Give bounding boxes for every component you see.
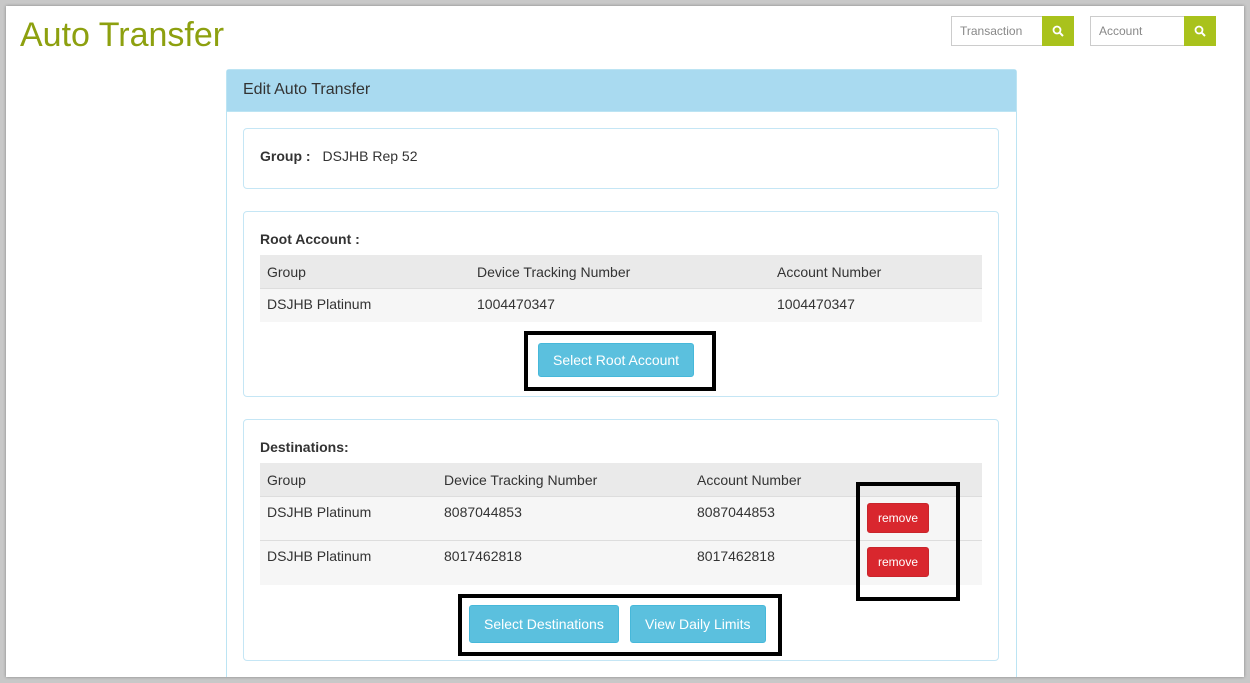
transaction-search: [951, 16, 1074, 46]
destinations-label: Destinations:: [260, 439, 349, 455]
group-label: Group :: [260, 148, 311, 164]
highlight-box: [524, 331, 716, 391]
cell-group: DSJHB Platinum: [260, 540, 437, 585]
search-icon: [1194, 25, 1206, 37]
cell-group: DSJHB Platinum: [260, 496, 437, 541]
cell-account: 8017462818: [690, 540, 860, 585]
app-window: Auto Transfer Edit Auto Transfer Group :…: [6, 6, 1244, 677]
column-header-group: Group: [260, 255, 470, 289]
table-header-row: Group Device Tracking Number Account Num…: [260, 255, 982, 289]
account-search-button[interactable]: [1184, 16, 1216, 46]
cell-device: 1004470347: [470, 288, 770, 322]
root-account-table: Group Device Tracking Number Account Num…: [260, 255, 982, 322]
account-search-input[interactable]: [1090, 16, 1184, 46]
column-header-group: Group: [260, 463, 437, 497]
column-header-device: Device Tracking Number: [437, 463, 690, 497]
group-card: Group : DSJHB Rep 52: [243, 128, 999, 189]
cell-device: 8087044853: [437, 496, 690, 541]
group-value: DSJHB Rep 52: [322, 148, 418, 164]
table-row: DSJHB Platinum 1004470347 1004470347: [260, 288, 982, 322]
column-header-account: Account Number: [770, 255, 982, 289]
panel-heading: Edit Auto Transfer: [227, 70, 1016, 112]
group-line: Group : DSJHB Rep 52: [260, 148, 417, 164]
cell-group: DSJHB Platinum: [260, 288, 470, 322]
account-search: [1090, 16, 1216, 46]
page-title: Auto Transfer: [20, 16, 225, 54]
column-header-account: Account Number: [690, 463, 860, 497]
column-header-device: Device Tracking Number: [470, 255, 770, 289]
highlight-box: [856, 482, 960, 601]
transaction-search-button[interactable]: [1042, 16, 1074, 46]
cell-device: 8017462818: [437, 540, 690, 585]
transaction-search-input[interactable]: [951, 16, 1042, 46]
search-icon: [1052, 25, 1064, 37]
root-account-label: Root Account :: [260, 231, 360, 247]
cell-account: 8087044853: [690, 496, 860, 541]
highlight-box: [458, 594, 782, 656]
cell-account: 1004470347: [770, 288, 982, 322]
